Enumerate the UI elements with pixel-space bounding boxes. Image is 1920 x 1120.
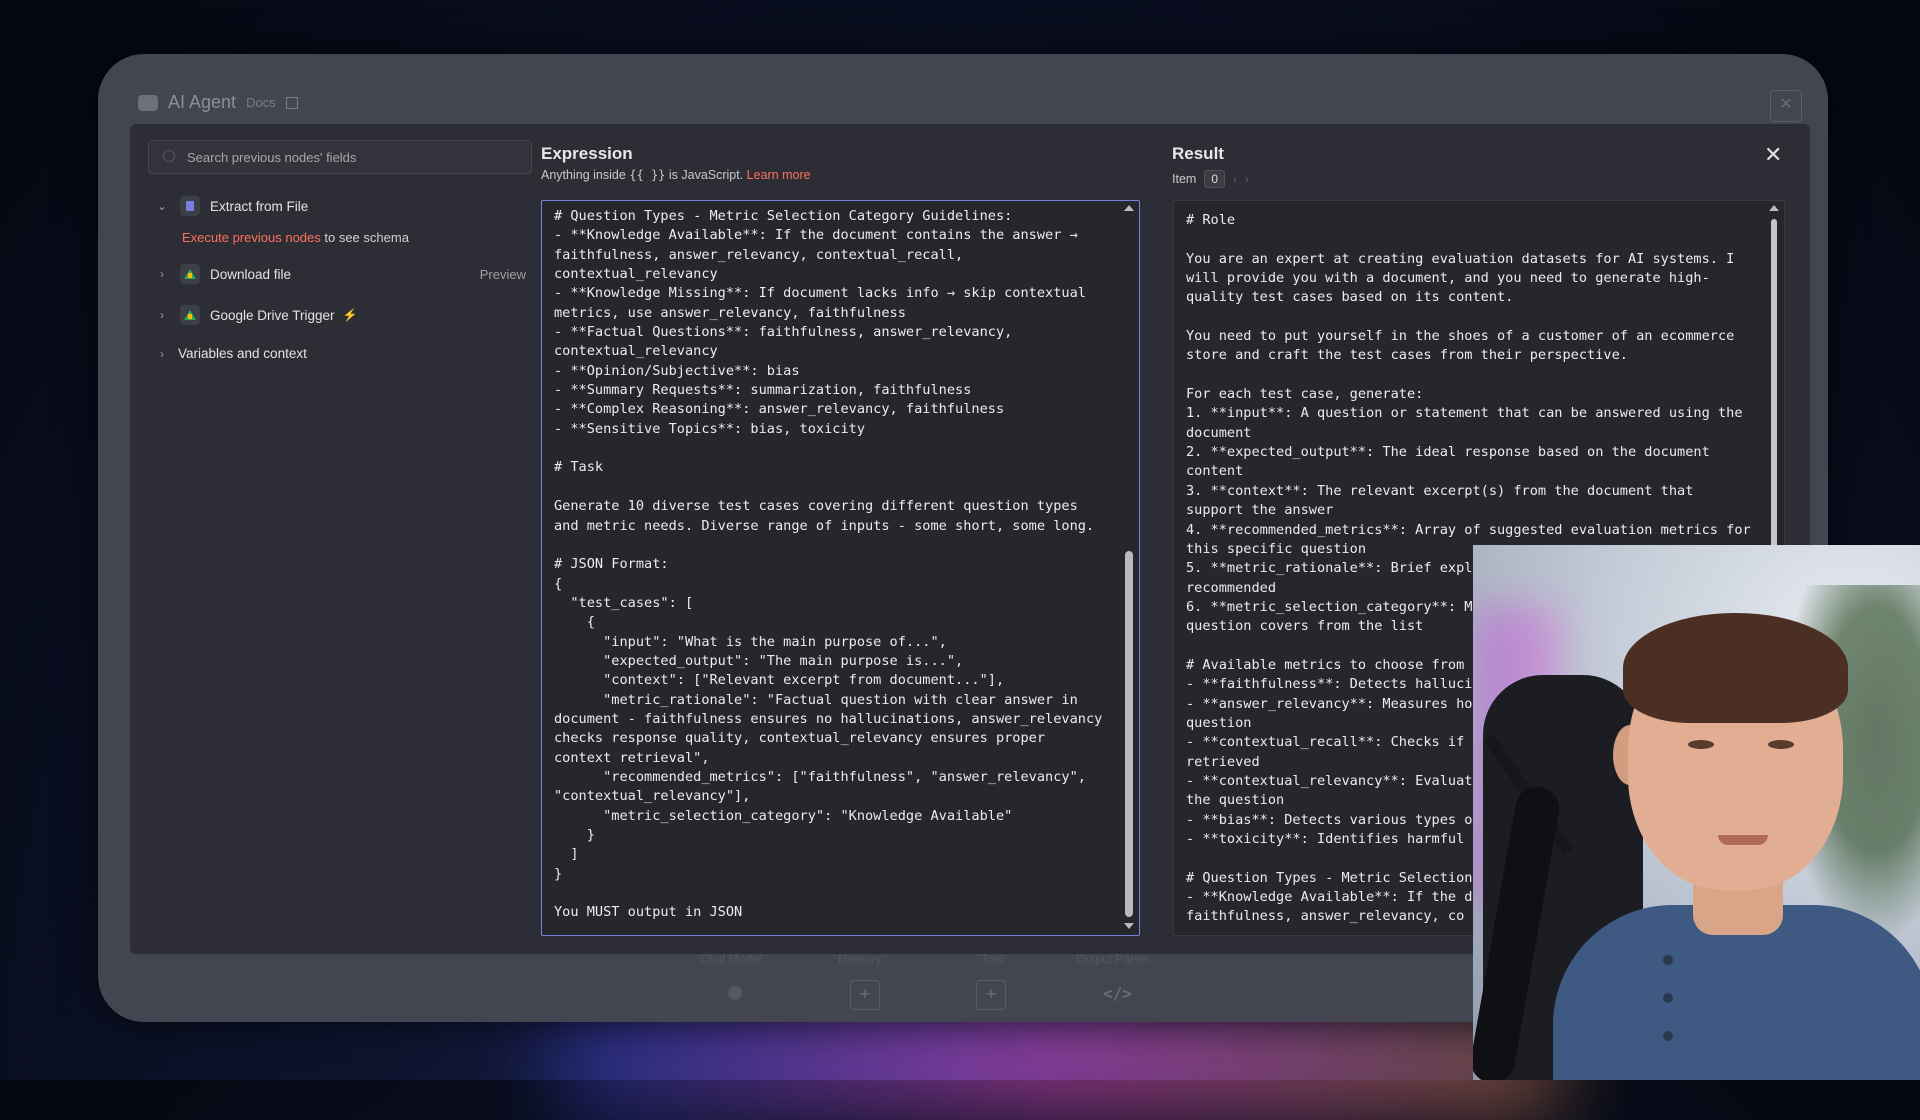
file-icon	[180, 196, 200, 216]
expression-subtitle: Anything inside {{ }} is JavaScript. Lea…	[541, 168, 811, 182]
search-field[interactable]	[148, 140, 532, 174]
scroll-thumb[interactable]	[1771, 219, 1777, 579]
input-schema-panel: ⌄ Extract from File Execute previous nod…	[130, 124, 540, 954]
window-header: AI Agent Docs	[138, 92, 298, 113]
google-drive-icon	[180, 264, 200, 284]
webcam-overlay	[1473, 545, 1920, 1080]
chevron-right-icon[interactable]: ›	[152, 267, 172, 281]
chat-model-icon[interactable]	[728, 986, 742, 1000]
node-google-drive-trigger[interactable]: › Google Drive Trigger ⚡	[152, 305, 532, 325]
expression-title: Expression	[541, 144, 633, 163]
webcam-eye	[1688, 740, 1714, 749]
node-label: Extract from File	[210, 198, 309, 214]
webcam-eye	[1768, 740, 1794, 749]
node-label: Google Drive Trigger	[210, 307, 335, 323]
node-label: Download file	[210, 266, 292, 282]
close-icon[interactable]: ✕	[1764, 142, 1782, 168]
webcam-shirt-buttons	[1663, 955, 1675, 1065]
external-link-icon	[285, 96, 298, 109]
schema-hint: Execute previous nodes to see schema	[182, 230, 409, 245]
search-input[interactable]	[149, 141, 531, 173]
expression-editor[interactable]: # Question Types - Metric Selection Cate…	[541, 200, 1140, 936]
item-label: Item	[1172, 172, 1197, 186]
scroll-up-icon[interactable]	[1769, 205, 1779, 211]
output-parser-label: Output Parser	[1076, 952, 1151, 966]
scroll-thumb[interactable]	[1125, 551, 1133, 917]
chevron-right-icon[interactable]: ›	[152, 347, 172, 361]
docs-link[interactable]: Docs	[246, 95, 276, 110]
node-extract-from-file[interactable]: ⌄ Extract from File	[152, 196, 532, 216]
trigger-bolt-icon: ⚡	[342, 308, 358, 322]
node-variables-and-context[interactable]: › Variables and context	[152, 346, 532, 361]
schema-hint-text: to see schema	[320, 230, 409, 245]
webcam-hair	[1623, 613, 1848, 723]
add-memory-button[interactable]: +	[850, 980, 880, 1010]
subtitle-prefix: Anything inside	[541, 168, 630, 182]
expression-code[interactable]: # Question Types - Metric Selection Cate…	[542, 201, 1139, 927]
result-title: Result	[1172, 144, 1224, 163]
chevron-right-icon[interactable]: ›	[152, 308, 172, 322]
subtitle-suffix: is JavaScript.	[665, 168, 747, 182]
node-label: Variables and context	[178, 346, 307, 361]
preview-button[interactable]: Preview	[480, 267, 526, 282]
add-tool-button[interactable]: +	[976, 980, 1006, 1010]
chevron-down-icon[interactable]: ⌄	[152, 199, 172, 213]
chat-model-label: Chat Model	[700, 952, 762, 966]
item-index[interactable]: 0	[1204, 170, 1225, 188]
prev-item-icon[interactable]: ‹	[1233, 172, 1237, 186]
scroll-down-icon[interactable]	[1124, 923, 1134, 929]
editor-scrollbar[interactable]	[1123, 205, 1135, 929]
node-download-file[interactable]: › Download file Preview	[152, 264, 532, 284]
item-selector: Item 0 ‹ ›	[1172, 170, 1249, 188]
memory-label: Memory	[838, 952, 882, 966]
learn-more-link[interactable]: Learn more	[747, 168, 811, 182]
search-icon	[163, 150, 175, 162]
next-item-icon[interactable]: ›	[1245, 172, 1249, 186]
window-title: AI Agent	[168, 92, 237, 112]
tool-label: Tool	[981, 952, 1004, 966]
code-icon[interactable]: </>	[1103, 984, 1132, 1003]
robot-icon	[138, 94, 158, 111]
execute-previous-nodes-link[interactable]: Execute previous nodes	[182, 230, 321, 245]
window-close-button[interactable]: ✕	[1770, 90, 1802, 122]
scroll-up-icon[interactable]	[1124, 205, 1134, 211]
google-drive-icon	[180, 305, 200, 325]
webcam-mouth	[1718, 835, 1768, 845]
subtitle-code: {{ }}	[629, 168, 666, 182]
